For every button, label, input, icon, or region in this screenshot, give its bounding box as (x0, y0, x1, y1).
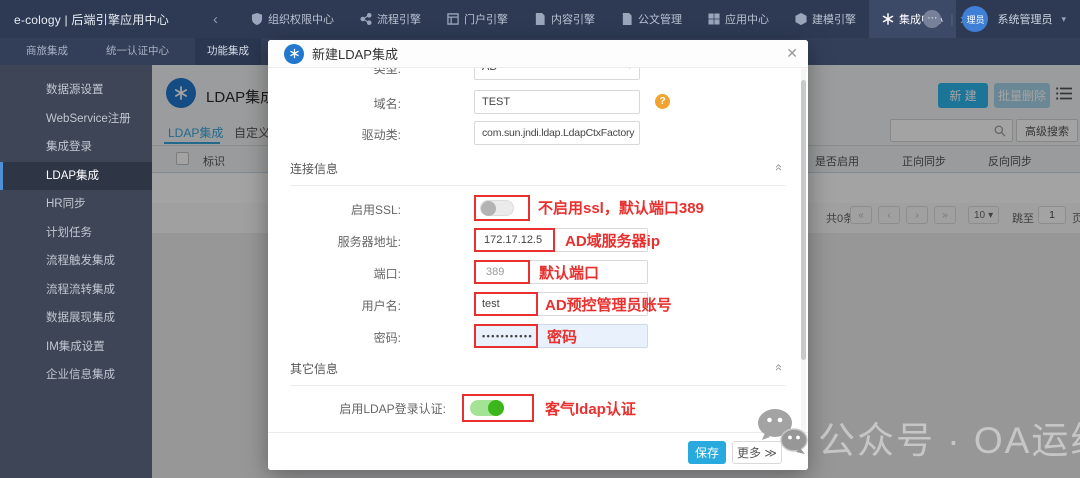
ldap-auth-annotation: 客气ldap认证 (545, 401, 636, 418)
sidebar-item-datasource[interactable]: 数据源设置 (0, 76, 152, 105)
watermark: 公众号 · OA运维 (752, 402, 1080, 461)
type-value: AD (482, 68, 497, 73)
sidebar-item-data-display[interactable]: 数据展现集成 (0, 304, 152, 333)
ssl-label: 启用SSL: (350, 203, 401, 217)
portal-layout-icon (447, 13, 459, 25)
section-divider (290, 385, 786, 386)
topbar-item-portal-engine[interactable]: 门户引擎 (434, 0, 521, 38)
dialog-title: 新建LDAP集成 (312, 47, 398, 62)
cube-icon (795, 13, 807, 25)
topbar-item-label: 内容引擎 (550, 14, 595, 26)
topbar-item-label: 组织权限中心 (267, 14, 334, 26)
section-connection-title: 连接信息 (290, 162, 339, 176)
dialog-body: 类型: AD ▾ 域名: TEST ? 驱动类: com.sun.jndi.ld… (268, 68, 808, 432)
server-annotation-box (474, 228, 555, 252)
topbar-item-workflow-engine[interactable]: 流程引擎 (347, 0, 434, 38)
sidebar: 数据源设置 WebService注册 集成登录 LDAP集成 HR同步 计划任务… (0, 65, 152, 478)
app-logo: e-cology | 后端引擎应用中心 (14, 12, 169, 27)
ldap-auth-label: 启用LDAP登录认证: (339, 402, 446, 416)
password-annotation-box (474, 324, 538, 348)
topbar-nav: 组织权限中心 流程引擎 门户引擎 内容引擎 公文管理 应用中心 建模引擎 集成中… (238, 0, 965, 38)
topbar-item-label: 建模引擎 (811, 14, 856, 26)
topbar-item-org-permission-center[interactable]: 组织权限中心 (238, 0, 347, 38)
document-icon (622, 13, 632, 25)
topbar-item-label: 流程引擎 (376, 14, 421, 26)
server-label: 服务器地址: (337, 235, 401, 249)
help-icon[interactable]: ? (655, 94, 670, 109)
sidebar-item-webservice[interactable]: WebService注册 (0, 105, 152, 134)
driver-field[interactable]: com.sun.jndi.ldap.LdapCtxFactory (474, 121, 640, 145)
dialog-header: 新建LDAP集成 ✕ (268, 40, 808, 68)
topbar-item-app-center[interactable]: 应用中心 (695, 0, 782, 38)
sidebar-item-scheduled-tasks[interactable]: 计划任务 (0, 219, 152, 248)
new-ldap-dialog: 新建LDAP集成 ✕ 类型: AD ▾ 域名: TEST ? 驱动类: com.… (268, 40, 808, 470)
server-annotation: AD域服务器ip (565, 233, 660, 250)
dialog-footer: 保存 更多 ≫ (268, 432, 808, 470)
collapse-icon[interactable]: « (772, 364, 787, 371)
type-select[interactable]: AD ▾ (474, 68, 640, 80)
sidebar-item-workflow-flow[interactable]: 流程流转集成 (0, 276, 152, 305)
password-annotation: 密码 (547, 329, 578, 346)
sidebar-item-hr-sync[interactable]: HR同步 (0, 190, 152, 219)
ldap-dialog-icon (284, 43, 304, 64)
username[interactable]: 系统管理员 (997, 11, 1052, 27)
document-icon (535, 13, 545, 25)
password-label: 密码: (373, 331, 401, 345)
more-icon[interactable]: ⋯ (923, 10, 942, 28)
chevron-down-icon[interactable]: ▾ (1061, 14, 1066, 25)
sidebar-item-im-settings[interactable]: IM集成设置 (0, 333, 152, 362)
topbar-item-label: 公文管理 (637, 14, 682, 26)
topbar-item-official-doc[interactable]: 公文管理 (608, 0, 695, 38)
username-label: 用户名: (361, 299, 401, 313)
domain-value: TEST (482, 96, 511, 108)
divider: | (950, 12, 954, 26)
avatar[interactable]: 理员 (962, 6, 989, 32)
ssl-annotation-box (474, 195, 530, 221)
topbar: e-cology | 后端引擎应用中心 ‹ 组织权限中心 流程引擎 门户引擎 内… (0, 0, 1080, 38)
wechat-icon (758, 409, 808, 454)
watermark-text: 公众号 · OA运维 (818, 420, 1080, 461)
subnav-item-function-integration[interactable]: 功能集成 (195, 38, 261, 65)
domain-label: 域名: (373, 97, 401, 111)
section-other-title: 其它信息 (290, 362, 339, 376)
workflow-icon (360, 13, 372, 25)
section-divider (290, 185, 786, 186)
topbar-item-content-engine[interactable]: 内容引擎 (521, 0, 608, 38)
topbar-item-label: 门户引擎 (463, 14, 508, 26)
domain-field[interactable]: TEST (474, 90, 640, 114)
integration-asterisk-icon (882, 13, 894, 25)
chevron-down-icon: ▾ (627, 68, 632, 72)
username-annotation-box (474, 292, 538, 316)
collapse-icon[interactable]: « (772, 164, 787, 171)
back-chevron-icon[interactable]: ‹ (213, 11, 218, 28)
close-icon[interactable]: ✕ (786, 45, 798, 62)
topbar-item-label: 应用中心 (724, 14, 769, 26)
subnav-item-unified-auth-center[interactable]: 统一认证中心 (94, 38, 181, 65)
port-annotation: 默认端口 (539, 265, 600, 282)
dialog-scrollbar-thumb[interactable] (801, 80, 806, 360)
grid-icon (708, 13, 720, 25)
topbar-item-modeling-engine[interactable]: 建模引擎 (782, 0, 869, 38)
topbar-right: ⋯ | 理员 系统管理员 ▾ (923, 0, 1080, 38)
sidebar-item-enterprise-info[interactable]: 企业信息集成 (0, 361, 152, 390)
port-label: 端口: (373, 267, 401, 281)
type-label: 类型: (373, 68, 401, 76)
ldap-auth-annotation-box (462, 394, 534, 422)
save-button[interactable]: 保存 (688, 441, 726, 464)
sidebar-item-workflow-trigger[interactable]: 流程触发集成 (0, 247, 152, 276)
driver-value: com.sun.jndi.ldap.LdapCtxFactory (482, 127, 635, 139)
driver-label: 驱动类: (361, 128, 401, 142)
shield-icon (251, 13, 263, 25)
ssl-annotation: 不启用ssl，默认端口389 (538, 200, 704, 217)
port-annotation-box (474, 260, 530, 284)
app-window: e-cology | 后端引擎应用中心 ‹ 组织权限中心 流程引擎 门户引擎 内… (0, 0, 1080, 478)
subnav-item-travel-integration[interactable]: 商旅集成 (14, 38, 80, 65)
username-annotation: AD预控管理员账号 (545, 297, 672, 314)
sidebar-item-ldap[interactable]: LDAP集成 (0, 161, 152, 190)
sidebar-item-integration-login[interactable]: 集成登录 (0, 133, 152, 162)
